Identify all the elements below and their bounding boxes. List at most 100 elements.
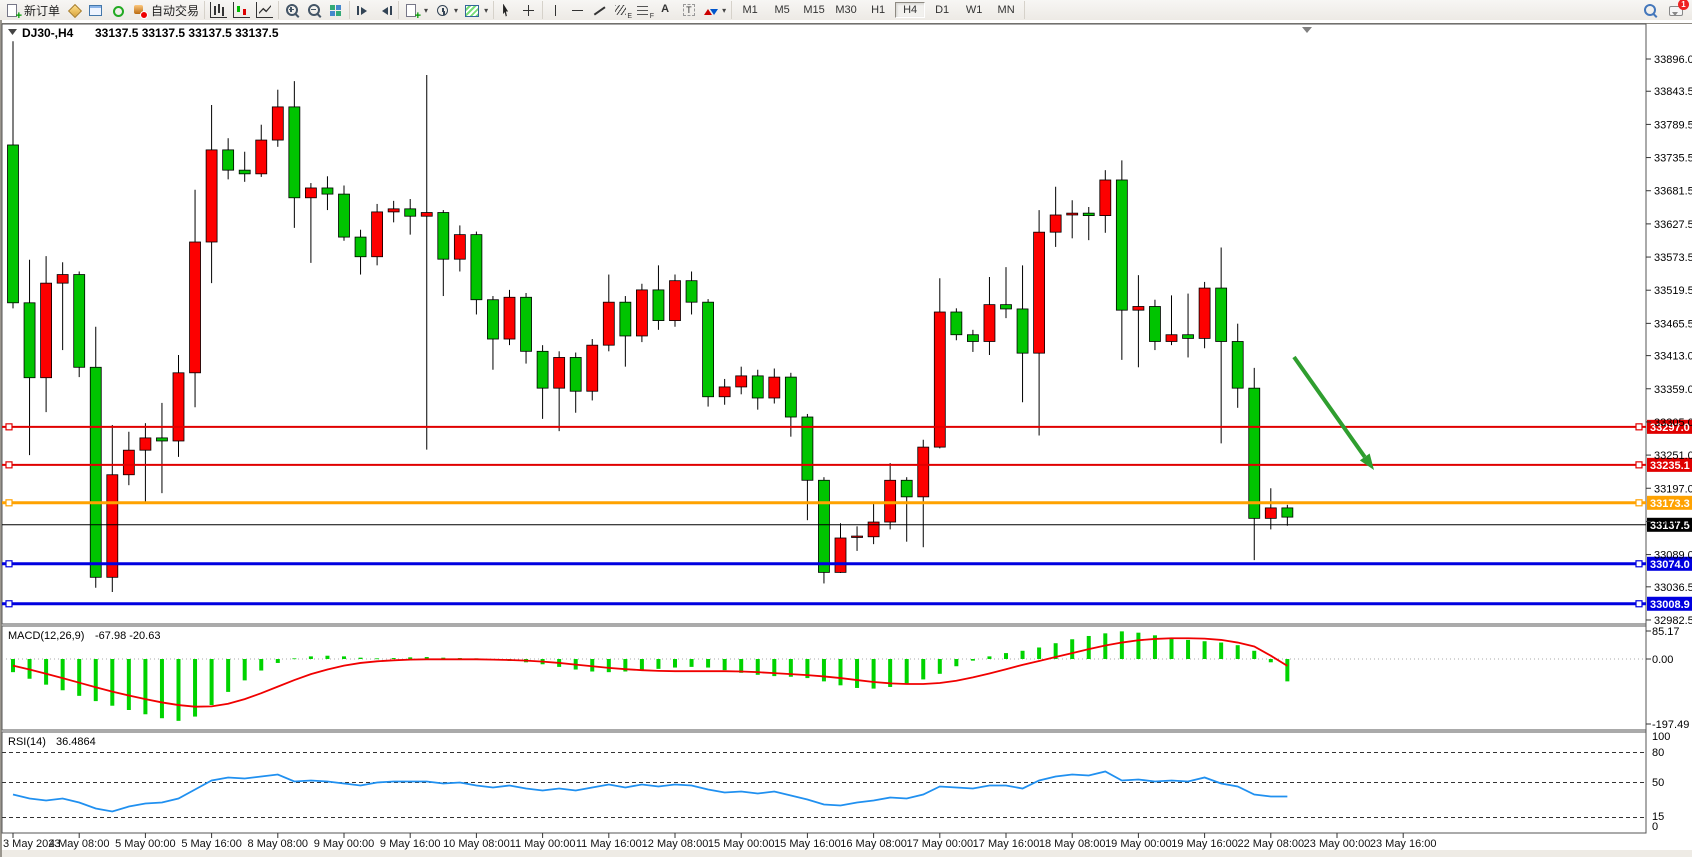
dropdown-caret-icon: ▾ (484, 6, 488, 15)
macd-bar (77, 659, 81, 696)
macd-bar (94, 659, 98, 701)
macd-bar (1087, 636, 1091, 659)
line-handle[interactable] (1636, 424, 1642, 430)
candle (123, 450, 134, 475)
macd-bar (392, 658, 396, 659)
macd-values: -67.98 -20.63 (95, 630, 160, 642)
timeframe-m15[interactable]: M15 (799, 2, 829, 18)
macd-bar (607, 659, 611, 672)
line-handle[interactable] (1636, 500, 1642, 506)
toolbar-button-terminal[interactable] (85, 2, 107, 19)
toolbar-button-tile-windows[interactable] (325, 2, 347, 19)
timeframe-d1[interactable]: D1 (927, 2, 957, 18)
line-handle[interactable] (6, 561, 12, 567)
toolbar-button-indicators[interactable]: ▾ (461, 2, 491, 19)
line-handle[interactable] (1636, 601, 1642, 607)
toolbar-button-crosshair[interactable] (518, 2, 540, 19)
price-label: 33173.3 (1650, 498, 1690, 510)
toolbar-button-equidistant-channel[interactable] (611, 2, 633, 19)
candle (1001, 305, 1012, 309)
time-tick-label: 8 May 08:00 (248, 838, 309, 850)
toolbar-button-profiles[interactable]: ▾ (431, 2, 461, 19)
macd-bar (1219, 643, 1223, 659)
timeframe-m1[interactable]: M1 (735, 2, 765, 18)
candle (1017, 309, 1028, 353)
toolbar-button-arrows[interactable]: ▾ (699, 2, 729, 19)
toolbar-button-trend-line[interactable] (589, 2, 611, 19)
line-handle[interactable] (1636, 462, 1642, 468)
timeframe-mn[interactable]: MN (991, 2, 1021, 18)
macd-bar (987, 656, 991, 659)
notifications-icon[interactable]: 1 (1668, 3, 1684, 18)
candle (1050, 215, 1061, 232)
toolbar-button-chart-line[interactable] (253, 1, 276, 19)
candle (156, 438, 167, 441)
dropdown-caret-icon: ▾ (424, 6, 428, 15)
candle (752, 376, 763, 398)
toolbar-button-cursor[interactable] (496, 2, 518, 19)
fibonacci-icon (636, 3, 652, 18)
toolbar-button-market-depth[interactable] (63, 2, 85, 19)
time-tick-label: 19 May 00:00 (1105, 838, 1172, 850)
line-handle[interactable] (6, 424, 12, 430)
timeframe-m5[interactable]: M5 (767, 2, 797, 18)
macd-bar (1021, 651, 1025, 659)
toolbar-button-horizontal-line[interactable] (567, 2, 589, 19)
candle (1133, 306, 1144, 310)
timeframe-h1[interactable]: H1 (863, 2, 893, 18)
candle (8, 145, 19, 303)
search-icon[interactable] (1642, 3, 1658, 18)
line-handle[interactable] (1636, 561, 1642, 567)
macd-bar (259, 659, 263, 671)
price-tick: 33519.5 (1654, 285, 1692, 297)
candle (305, 188, 316, 198)
macd-bar (1004, 653, 1008, 659)
line-handle[interactable] (6, 462, 12, 468)
toolbar-button-auto-scroll[interactable] (352, 2, 374, 19)
toolbar-button-text-label[interactable] (677, 2, 699, 19)
candle (1083, 213, 1094, 215)
macd-bar (243, 659, 247, 680)
toolbar-button-broadcast[interactable] (107, 2, 129, 19)
macd-bar (226, 659, 230, 692)
toolbar-button-vertical-line[interactable] (545, 2, 567, 19)
macd-bar (44, 659, 48, 685)
toolbar-button-fibonacci[interactable] (633, 2, 655, 19)
toolbar-button-zoom-in[interactable] (281, 2, 303, 19)
arrows-icon (702, 3, 718, 18)
macd-bar (127, 659, 131, 710)
toolbar-button-chart-shift[interactable] (374, 2, 396, 19)
candle (388, 209, 399, 212)
candle (785, 377, 796, 417)
candle (1116, 180, 1127, 310)
toolbar-button-chart-candles[interactable] (230, 1, 253, 19)
candle (736, 376, 747, 387)
rsi-axis-label: 100 (1652, 731, 1670, 743)
timeframe-h4[interactable]: H4 (895, 2, 925, 18)
line-handle[interactable] (6, 500, 12, 506)
toolbar-group: 新订单 自动交易 (0, 1, 205, 19)
dropdown-caret-icon: ▾ (722, 6, 726, 15)
toolbar-button-text[interactable] (655, 2, 677, 19)
timeframe-m30[interactable]: M30 (831, 2, 861, 18)
price-tick: 33036.5 (1654, 582, 1692, 594)
toolbar-button-zoom-out[interactable] (303, 2, 325, 19)
time-tick-label: 23 May 16:00 (1370, 838, 1437, 850)
toolbar-button-chart-bars[interactable] (207, 1, 230, 19)
candle (868, 522, 879, 537)
candle (570, 357, 581, 391)
toolbar-button-auto-trading[interactable]: 自动交易 (129, 1, 202, 20)
toolbar: 新订单自动交易▾▾▾▾M1M5M15M30H1H4D1W1MN1 (0, 0, 1692, 21)
price-tick: 33789.5 (1654, 119, 1692, 131)
chart-line-icon (256, 2, 273, 18)
toolbar-button-new-chart[interactable]: ▾ (401, 2, 431, 19)
macd-bar (1285, 659, 1289, 681)
macd-bar (1070, 639, 1074, 659)
toolbar-button-new-order[interactable]: 新订单 (2, 1, 63, 20)
price-tick: 33573.5 (1654, 252, 1692, 264)
candle (487, 300, 498, 339)
timeframe-w1[interactable]: W1 (959, 2, 989, 18)
text-icon (658, 3, 674, 18)
candle (951, 312, 962, 335)
line-handle[interactable] (6, 601, 12, 607)
